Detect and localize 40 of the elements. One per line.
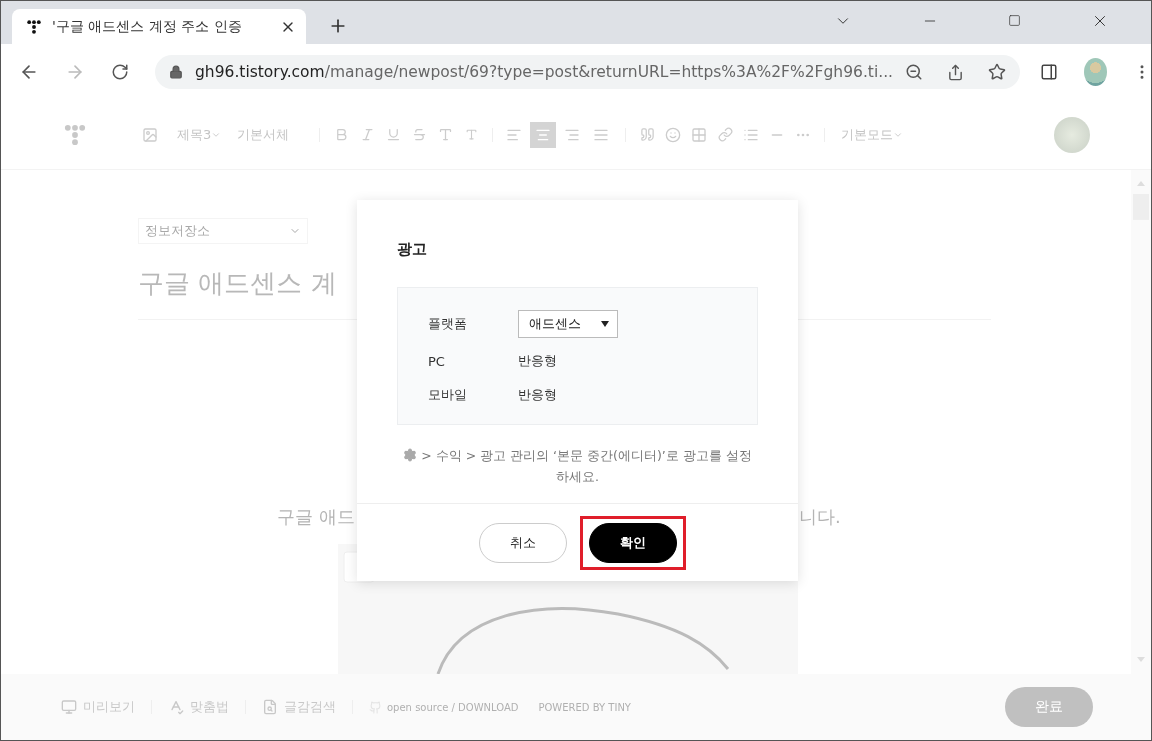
spelling-icon	[168, 699, 184, 715]
category-select[interactable]: 정보저장소	[138, 218, 308, 245]
done-button[interactable]: 완료	[1005, 687, 1093, 727]
align-button[interactable]	[530, 121, 557, 148]
favicon-icon	[26, 18, 42, 35]
share-icon[interactable]	[947, 63, 964, 81]
open-source-link[interactable]: open source / DOWNLOAD	[387, 701, 519, 713]
mode-dropdown[interactable]: 기본모드	[841, 125, 904, 144]
tab-title: '구글 애드센스 계정 주소 인증	[52, 17, 243, 36]
field-value: 반응형	[518, 352, 558, 370]
lock-icon	[169, 65, 183, 79]
body-text: 구글 애드	[277, 505, 356, 529]
post-title: 구글 애드센스 계	[138, 267, 338, 301]
address-field[interactable]: gh96.tistory.com/manage/newpost/69?type=post&returnURL=https%3A%2F%2Fgh96.ti...	[155, 55, 1020, 89]
font-dropdown[interactable]: 기본서체	[237, 125, 290, 144]
field-label: 플랫폼	[428, 315, 468, 333]
preview-icon	[61, 699, 77, 715]
field-value: 반응형	[518, 386, 558, 404]
star-icon[interactable]	[988, 63, 1006, 81]
confirm-button[interactable]: 확인	[588, 522, 677, 563]
maximize-icon[interactable]	[1008, 14, 1021, 27]
heading-dropdown[interactable]: 제목3	[177, 125, 222, 144]
help-text: > 수익 > 광고 관리의 ‘본문 중간(에디터)’로 광고를 설정하세요.	[421, 448, 752, 484]
platform-select[interactable]: 애드센스	[518, 310, 618, 338]
user-avatar[interactable]	[1054, 116, 1090, 153]
profile-avatar[interactable]	[1084, 58, 1107, 86]
reload-icon[interactable]	[111, 63, 129, 81]
powered-by-text: POWERED BY TINY	[538, 701, 631, 713]
browser-tab[interactable]: '구글 애드센스 계정 주소 인증	[12, 9, 306, 44]
body-text: 니다.	[799, 505, 841, 529]
search-icon	[262, 699, 278, 715]
field-label: PC	[428, 353, 446, 369]
field-label: 모바일	[428, 386, 468, 404]
side-panel-icon[interactable]	[1040, 63, 1058, 81]
cancel-button[interactable]: 취소	[478, 522, 567, 563]
dialog-title: 광고	[396, 239, 428, 259]
logo-icon	[63, 122, 87, 147]
gear-icon[interactable]	[403, 448, 418, 462]
zoom-out-icon[interactable]	[905, 63, 923, 81]
url-text: gh96.tistory.com/manage/newpost/69?type=post&returnURL=https%3A%2F%2Fgh96.ti...	[195, 63, 893, 81]
